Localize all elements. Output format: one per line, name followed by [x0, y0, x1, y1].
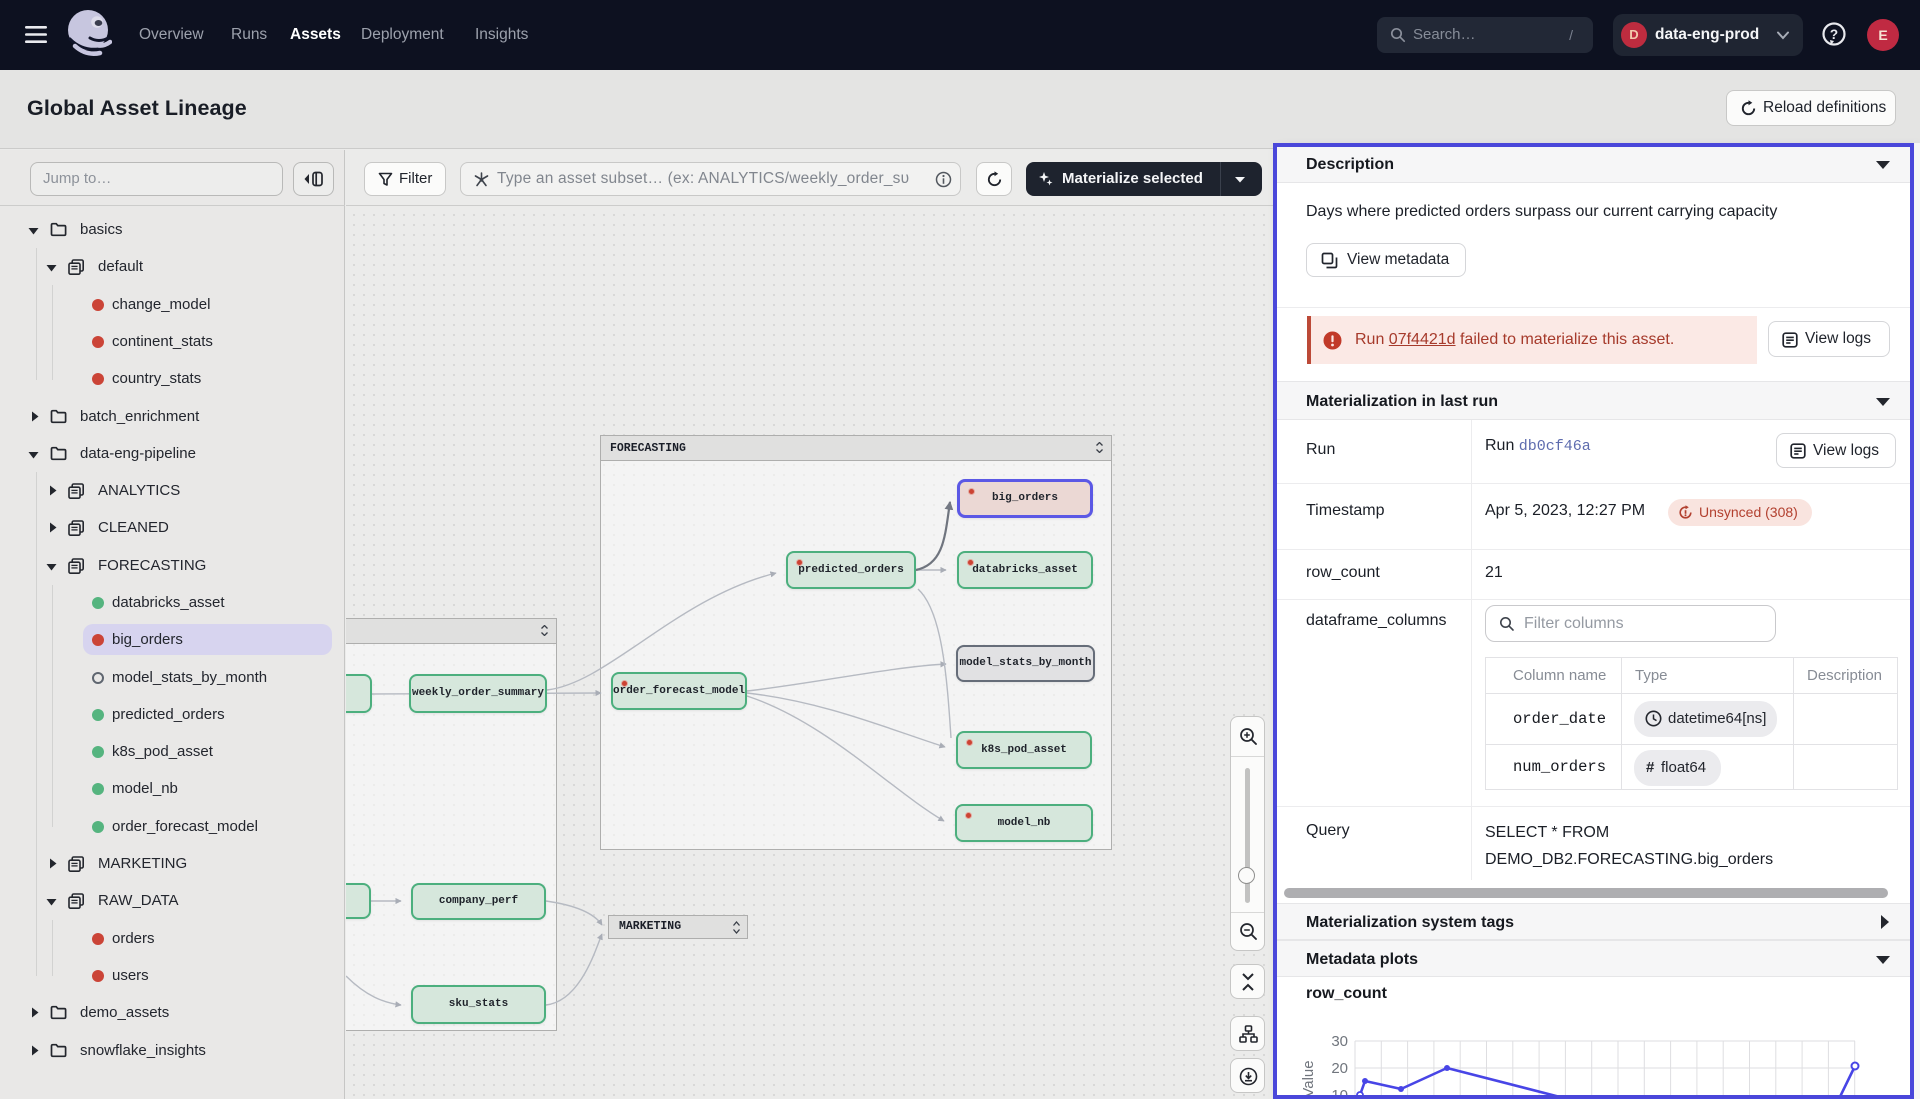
svg-text:10: 10	[1331, 1087, 1348, 1095]
svg-text:30: 30	[1331, 1033, 1348, 1050]
svg-text:Value: Value	[1300, 1060, 1317, 1095]
svg-text:?: ?	[1830, 27, 1838, 42]
svg-text:20: 20	[1331, 1060, 1348, 1077]
